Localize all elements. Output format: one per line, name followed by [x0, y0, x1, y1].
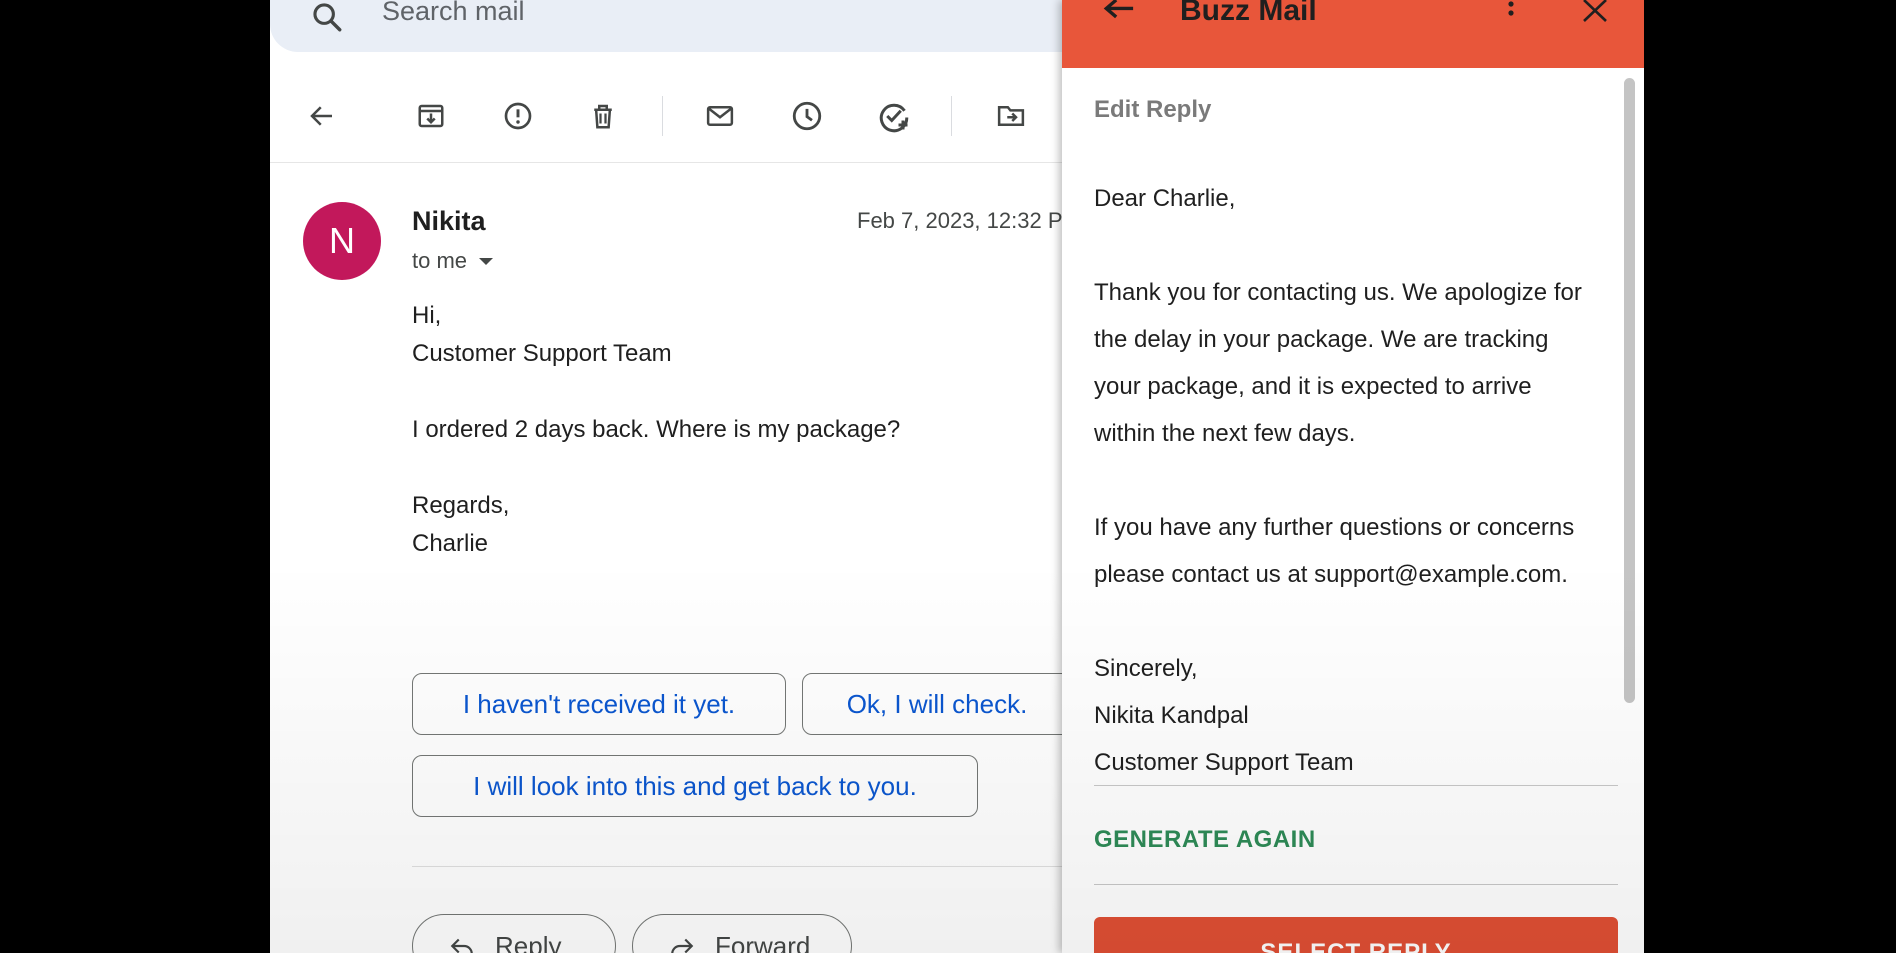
select-reply-button[interactable]: SELECT REPLY [1094, 917, 1618, 953]
reply-text-line[interactable]: within the next few days. [1094, 420, 1355, 448]
email-body-line: Charlie [412, 530, 489, 557]
reply-text-line[interactable]: your package, and it is expected to arri… [1094, 373, 1532, 401]
reply-button[interactable]: Reply [412, 914, 616, 953]
sender-name[interactable]: Nikita [412, 206, 486, 237]
more-vert-icon[interactable] [1506, 0, 1516, 24]
forward-label: Forward [715, 930, 811, 953]
panel-title: Buzz Mail [1180, 0, 1317, 27]
smart-reply-chip[interactable]: Ok, I will check. [802, 673, 1062, 735]
trash-icon[interactable] [583, 96, 623, 136]
panel-header: Buzz Mail [1062, 0, 1644, 68]
select-reply-label: SELECT REPLY [1260, 939, 1452, 953]
arrow-left-icon[interactable] [302, 96, 342, 136]
reply-text-line[interactable]: Dear Charlie, [1094, 185, 1235, 213]
gmail-pane: Search mail N Nikita to me Feb 7, 2023, … [270, 0, 1062, 953]
toolbar-divider [662, 96, 663, 136]
email-body-line: I ordered 2 days back. Where is my packa… [412, 416, 901, 443]
add-task-icon[interactable] [874, 96, 914, 136]
avatar-letter: N [329, 220, 355, 261]
scrollbar-thumb[interactable] [1624, 78, 1635, 703]
forward-button[interactable]: Forward [632, 914, 852, 953]
move-to-icon[interactable] [991, 96, 1031, 136]
recipient-details[interactable]: to me [412, 248, 494, 274]
divider [412, 866, 1062, 867]
generate-again-button[interactable]: GENERATE AGAIN [1094, 826, 1316, 854]
archive-icon[interactable] [411, 96, 451, 136]
close-icon[interactable] [1580, 0, 1610, 22]
reply-text-line[interactable]: please contact us at support@example.com… [1094, 561, 1568, 589]
email-date: Feb 7, 2023, 12:32 P [857, 208, 1062, 233]
recipient-label: to me [412, 248, 468, 273]
email-body-line: Hi, [412, 302, 442, 329]
reply-label: Reply [495, 930, 562, 953]
reply-text-line[interactable]: Nikita Kandpal [1094, 702, 1249, 730]
mark-unread-icon[interactable] [700, 96, 740, 136]
reply-text-line[interactable]: the delay in your package. We are tracki… [1094, 326, 1548, 354]
chevron-down-icon[interactable] [479, 257, 494, 265]
smart-reply-chip[interactable]: I will look into this and get back to yo… [412, 755, 978, 817]
report-spam-icon[interactable] [498, 96, 538, 136]
arrow-left-icon[interactable] [1102, 0, 1136, 24]
avatar[interactable]: N [303, 202, 381, 280]
toolbar-divider [951, 96, 952, 136]
reply-text-line[interactable]: Sincerely, [1094, 655, 1198, 683]
forward-icon [667, 933, 697, 953]
buzz-mail-panel: Buzz Mail Edit Reply Dear Charlie, Thank… [1062, 0, 1644, 953]
divider [1094, 884, 1618, 885]
section-title: Edit Reply [1094, 96, 1212, 123]
reply-text-line[interactable]: Thank you for contacting us. We apologiz… [1094, 279, 1582, 307]
divider [1094, 785, 1618, 786]
search-bar[interactable]: Search mail [270, 0, 1062, 52]
snooze-icon[interactable] [787, 96, 827, 136]
reply-text-line[interactable]: If you have any further questions or con… [1094, 514, 1574, 542]
search-input[interactable]: Search mail [382, 0, 525, 27]
search-icon[interactable] [310, 0, 344, 34]
email-body-line: Customer Support Team [412, 340, 672, 367]
email-body-line: Regards, [412, 492, 510, 519]
message-toolbar [270, 70, 1062, 163]
smart-reply-chip[interactable]: I haven't received it yet. [412, 673, 786, 735]
screen: Search mail N Nikita to me Feb 7, 2023, … [270, 0, 1644, 953]
reply-icon [447, 933, 477, 953]
reply-text-line[interactable]: Customer Support Team [1094, 749, 1354, 777]
